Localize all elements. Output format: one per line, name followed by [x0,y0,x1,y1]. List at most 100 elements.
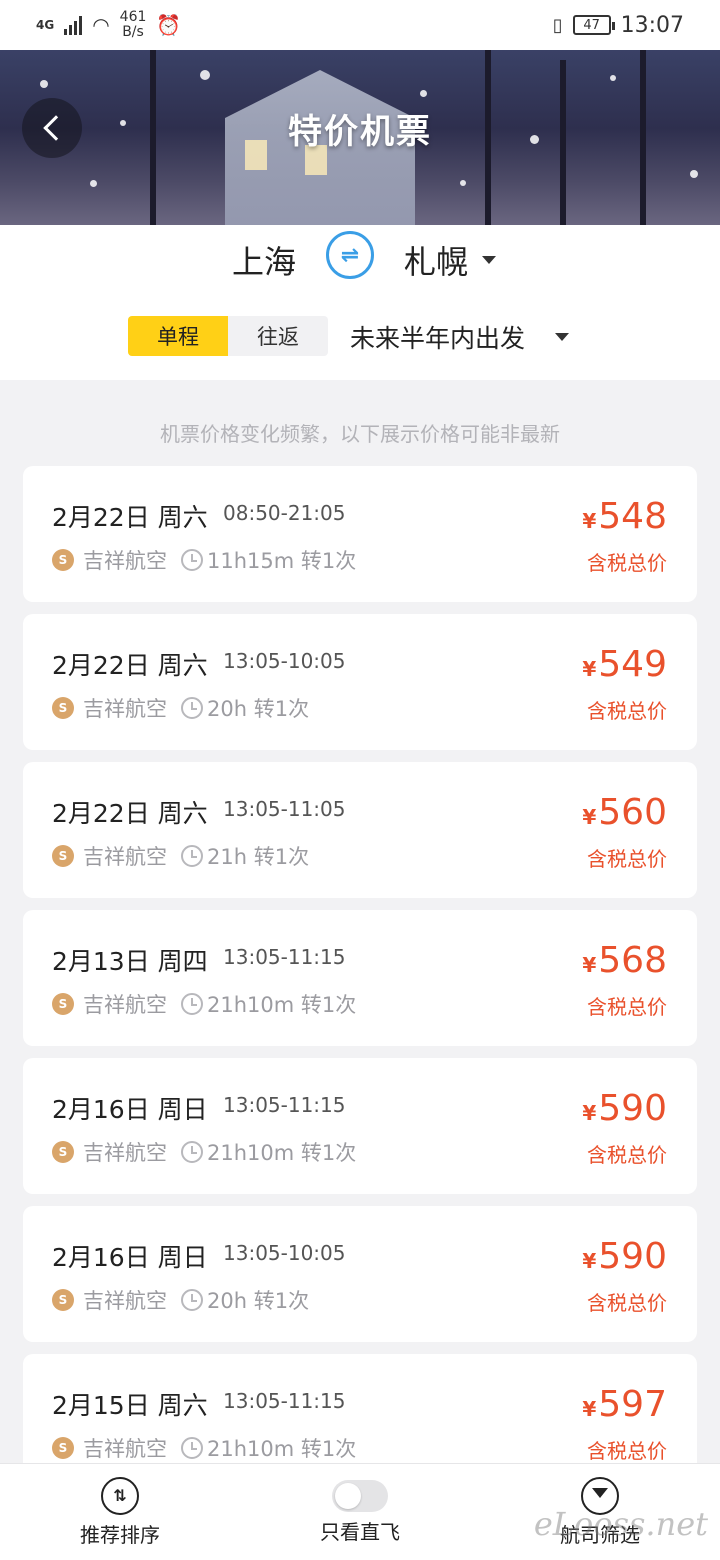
flight-time: 13:05-11:15 [223,1093,346,1117]
sort-icon: ⇅ [101,1476,139,1515]
snowflake [90,180,97,187]
airline-logo-icon: S [52,845,74,867]
snowflake [690,170,698,178]
clock-icon [181,697,203,719]
flight-date: 2月16日 周日 [52,1095,208,1124]
flight-date: 2月22日 周六 [52,503,208,532]
flight-card[interactable]: 2月16日 周日 13:05-11:15 S 吉祥航空 21h10m 转1次 ¥… [23,1058,697,1194]
airline-name: 吉祥航空 [83,697,167,721]
tax-label: 含税总价 [587,1291,667,1315]
clock-icon [181,1289,203,1311]
flight-duration: 20h 转1次 [207,1289,310,1313]
flight-card[interactable]: 2月13日 周四 13:05-11:15 S 吉祥航空 21h10m 转1次 ¥… [23,910,697,1046]
flight-price: ¥548 [582,496,667,537]
sort-label: 推荐排序 [80,1522,160,1547]
clock-icon [181,993,203,1015]
battery-icon: 47 [572,15,615,35]
watermark: eLooss.net [533,1505,708,1543]
trip-type-toggle: 单程 往返 [128,316,328,356]
network-speed: 461 B/s [119,9,147,40]
flight-time: 13:05-11:15 [223,1389,346,1413]
caret-down-icon [555,333,570,341]
flight-airline-row: S 吉祥航空 21h10m 转1次 [52,1433,356,1463]
airline-name: 吉祥航空 [83,845,167,869]
flight-duration: 11h15m 转1次 [207,549,357,573]
flight-price: ¥590 [582,1236,667,1277]
airline-name: 吉祥航空 [83,1289,167,1313]
toggle-switch[interactable] [332,1479,388,1512]
flight-date: 2月15日 周六 [52,1391,208,1420]
flight-date: 2月22日 周六 [52,799,208,828]
flight-airline-row: S 吉祥航空 21h 转1次 [52,841,309,871]
airline-name: 吉祥航空 [83,993,167,1017]
flight-card[interactable]: 2月22日 周六 13:05-11:05 S 吉祥航空 21h 转1次 ¥560… [23,762,697,898]
flight-price: ¥568 [582,940,667,981]
flight-card[interactable]: 2月22日 周六 08:50-21:05 S 吉祥航空 11h15m 转1次 ¥… [23,466,697,602]
caret-down-icon [482,256,497,264]
flight-price: ¥549 [582,644,667,685]
direct-only-toggle[interactable]: 只看直飞 [240,1464,480,1560]
clock-time: 13:07 [620,12,684,38]
sort-button[interactable]: ⇅ 推荐排序 [0,1464,240,1560]
flight-date: 2月16日 周日 [52,1243,208,1272]
arrival-city: 札幌 [404,243,469,281]
snowflake [200,70,210,80]
flight-card[interactable]: 2月16日 周日 13:05-10:05 S 吉祥航空 20h 转1次 ¥590… [23,1206,697,1342]
signal-icon [64,15,83,35]
airline-logo-icon: S [52,993,74,1015]
wifi-icon: ◠ [92,13,110,37]
flight-price: ¥597 [582,1384,667,1425]
airline-logo-icon: S [52,549,74,571]
swap-button[interactable]: ⇌ [326,231,374,279]
flight-duration: 20h 转1次 [207,697,310,721]
flight-duration: 21h 转1次 [207,845,310,869]
snowflake [40,80,48,88]
airline-logo-icon: S [52,1141,74,1163]
flight-airline-row: S 吉祥航空 20h 转1次 [52,693,309,723]
airline-logo-icon: S [52,697,74,719]
tax-label: 含税总价 [587,551,667,575]
snowflake [460,180,466,186]
flight-time: 08:50-21:05 [223,501,346,525]
snowflake [610,75,616,81]
snowflake [420,90,427,97]
status-bar: 4G ◠ 461 B/s ⏰ ▯ 47 13:07 [0,0,720,50]
flight-price: ¥560 [582,792,667,833]
flight-time: 13:05-11:05 [223,797,346,821]
clock-icon [181,1437,203,1459]
price-notice: 机票价格变化频繁，以下展示价格可能非最新 [160,422,560,446]
flight-time: 13:05-10:05 [223,649,346,673]
flight-duration: 21h10m 转1次 [207,1437,357,1461]
arrival-city-dropdown[interactable]: 札幌 [404,237,497,283]
status-left: 4G ◠ 461 B/s ⏰ [36,10,181,40]
flight-time: 13:05-10:05 [223,1241,346,1265]
flight-airline-row: S 吉祥航空 20h 转1次 [52,1285,309,1315]
tab-one-way[interactable]: 单程 [128,316,228,356]
airline-logo-icon: S [52,1437,74,1459]
clock-icon [181,549,203,571]
tax-label: 含税总价 [587,995,667,1019]
network-type: 4G [36,18,55,32]
tax-label: 含税总价 [587,847,667,871]
date-range-label: 未来半年内出发 [350,324,526,353]
vibrate-icon: ▯ [552,14,563,36]
flight-date: 2月22日 周六 [52,651,208,680]
date-range-dropdown[interactable]: 未来半年内出发 [350,319,570,355]
tax-label: 含税总价 [587,1439,667,1463]
flight-duration: 21h10m 转1次 [207,993,357,1017]
departure-city[interactable]: 上海 [232,237,296,283]
airline-logo-icon: S [52,1289,74,1311]
tax-label: 含税总价 [587,1143,667,1167]
route-selector: 上海 ⇌ 札幌 单程 往返 未来半年内出发 [0,225,720,380]
clock-icon [181,845,203,867]
flight-list: 2月22日 周六 08:50-21:05 S 吉祥航空 11h15m 转1次 ¥… [23,466,697,1502]
status-right: ▯ 47 13:07 [553,13,684,38]
flight-duration: 21h10m 转1次 [207,1141,357,1165]
flight-airline-row: S 吉祥航空 21h10m 转1次 [52,989,356,1019]
tab-round-trip[interactable]: 往返 [228,316,328,356]
flight-card[interactable]: 2月22日 周六 13:05-10:05 S 吉祥航空 20h 转1次 ¥549… [23,614,697,750]
airline-name: 吉祥航空 [83,549,167,573]
flight-airline-row: S 吉祥航空 21h10m 转1次 [52,1137,356,1167]
page-title: 特价机票 [288,112,432,152]
clock-icon [181,1141,203,1163]
